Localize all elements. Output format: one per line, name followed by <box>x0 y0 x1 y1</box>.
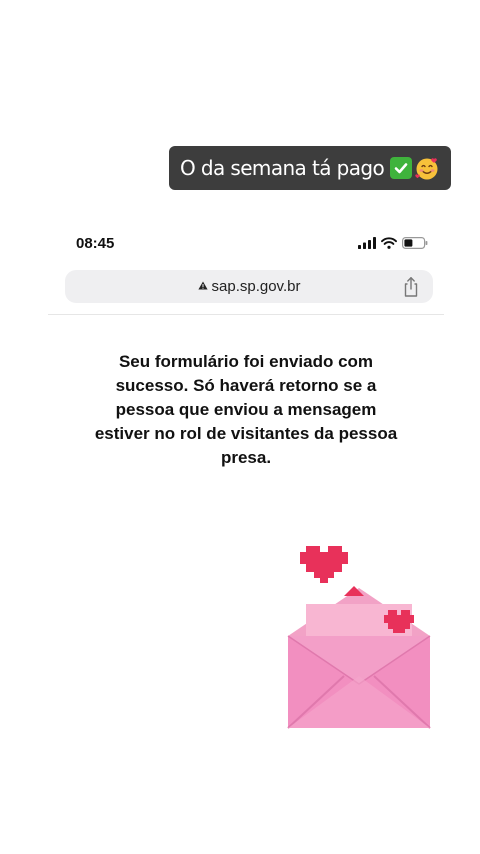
check-mark-emoji-icon <box>390 157 413 179</box>
battery-icon <box>402 236 428 254</box>
url-text: sap.sp.gov.br <box>211 278 301 295</box>
success-message: Seu formulário foi enviado com sucesso. … <box>94 352 398 467</box>
url-display[interactable]: sap.sp.gov.br <box>65 278 433 295</box>
divider <box>48 314 444 315</box>
status-bar: 08:45 <box>48 222 444 266</box>
signal-icon <box>358 236 376 254</box>
browser-address-bar[interactable]: sap.sp.gov.br <box>65 270 433 303</box>
status-time: 08:45 <box>76 235 115 252</box>
warning-icon <box>197 277 208 294</box>
story-caption: O da semana tá pago <box>169 146 451 190</box>
status-icons <box>358 236 428 254</box>
story-page: O da semana tá pago 08:45 sap.sp.gov.br … <box>0 0 480 854</box>
love-letter-envelope-icon <box>284 540 434 730</box>
wifi-icon <box>381 236 397 254</box>
embedded-screenshot: 08:45 sap.sp.gov.br Seu formulário foi e… <box>48 222 444 730</box>
caption-text: O da semana tá pago <box>180 156 385 180</box>
smiling-face-with-hearts-icon <box>414 155 440 181</box>
share-icon[interactable] <box>401 276 421 298</box>
